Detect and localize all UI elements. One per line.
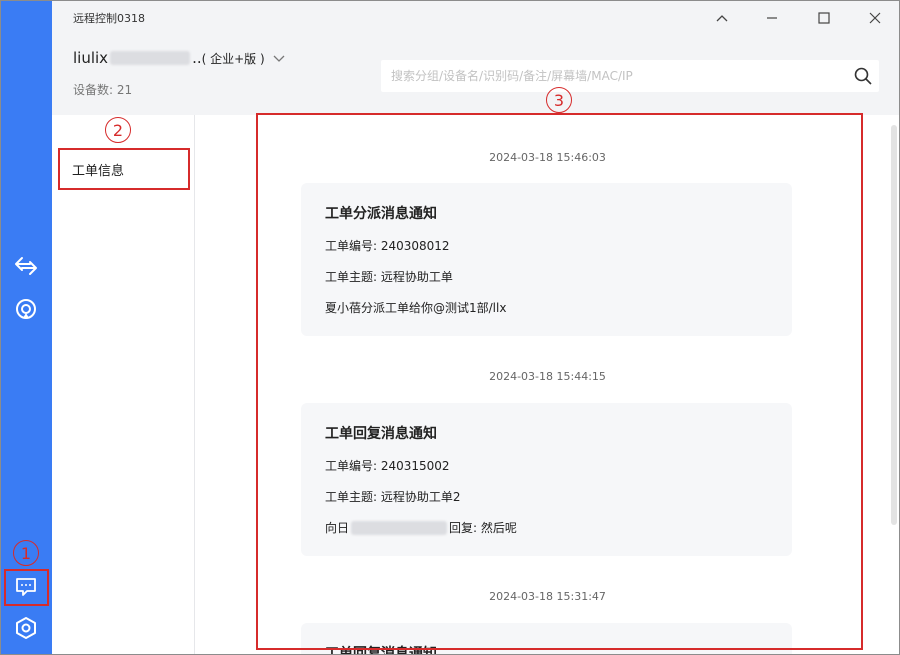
ticket-subject: 工单主题: 远程协助工单2 (325, 490, 461, 504)
message-icon[interactable] (11, 572, 41, 602)
minimize-icon[interactable] (752, 3, 792, 33)
search-input[interactable] (381, 60, 841, 92)
ticket-number: 工单编号: 240315002 (325, 459, 450, 473)
close-icon[interactable] (855, 3, 895, 33)
search-box (381, 60, 879, 92)
annotation-label-2: 2 (105, 117, 131, 143)
annotation-label-1: 1 (13, 540, 39, 566)
remote-signal-icon[interactable] (11, 295, 41, 325)
chevron-down-icon[interactable] (273, 49, 285, 67)
title-bar: 远程控制0318 (52, 1, 899, 35)
account-ellipsis: .. (192, 49, 202, 67)
reply-prefix: 向日 (325, 521, 350, 535)
ticket-subject: 工单主题: 远程协助工单 (325, 270, 453, 284)
message-card[interactable]: 工单回复消息通知 (301, 623, 792, 655)
sidebar-item-ticket-info[interactable]: 工单信息 (58, 148, 190, 190)
annotation-label-3: 3 (546, 87, 572, 113)
scrollbar[interactable] (891, 125, 897, 525)
sidebar-item-label: 工单信息 (72, 163, 125, 179)
maximize-icon[interactable] (804, 3, 844, 33)
ticket-assign-text: 夏小蓓分派工单给你@测试1部/llx (325, 301, 507, 315)
search-icon[interactable] (853, 66, 873, 86)
redacted-user-text (351, 520, 448, 535)
message-title: 工单回复消息通知 (325, 426, 437, 442)
message-timestamp: 2024-03-18 15:46:03 (489, 151, 606, 164)
chevron-up-icon[interactable] (702, 3, 742, 33)
settings-hexagon-icon[interactable] (11, 613, 41, 643)
account-edition: ( 企业+版 ) (201, 51, 265, 66)
message-timestamp: 2024-03-18 15:31:47 (489, 590, 606, 603)
ticket-number: 工单编号: 240308012 (325, 239, 450, 253)
reply-suffix: 回复: 然后呢 (449, 521, 517, 535)
message-title: 工单回复消息通知 (325, 646, 437, 655)
account-switcher[interactable]: liulix .. ( 企业+版 ) (73, 49, 285, 67)
secondary-sidebar: 工单信息 (52, 115, 195, 654)
app-window: 远程控制0318 liulix .. ( 企业+版 ) 设备数: 21 搜索分组… (0, 0, 900, 655)
device-count: 设备数: 21 (73, 83, 133, 97)
message-list: 2024-03-18 15:46:03 工单分派消息通知 工单编号: 24030… (196, 115, 899, 654)
message-timestamp: 2024-03-18 15:44:15 (489, 370, 606, 383)
message-card[interactable]: 工单分派消息通知 工单编号: 240308012 工单主题: 远程协助工单 夏小… (301, 183, 792, 336)
ticket-reply-text: 向日 回复: 然后呢 (325, 519, 768, 536)
message-card[interactable]: 工单回复消息通知 工单编号: 240315002 工单主题: 远程协助工单2 向… (301, 403, 792, 556)
redacted-account-text (110, 51, 191, 65)
header: liulix .. ( 企业+版 ) 设备数: 21 (52, 35, 899, 115)
switch-arrows-icon[interactable] (11, 251, 41, 281)
account-name: liulix (73, 49, 109, 67)
window-title: 远程控制0318 (73, 12, 145, 25)
message-title: 工单分派消息通知 (325, 206, 437, 222)
